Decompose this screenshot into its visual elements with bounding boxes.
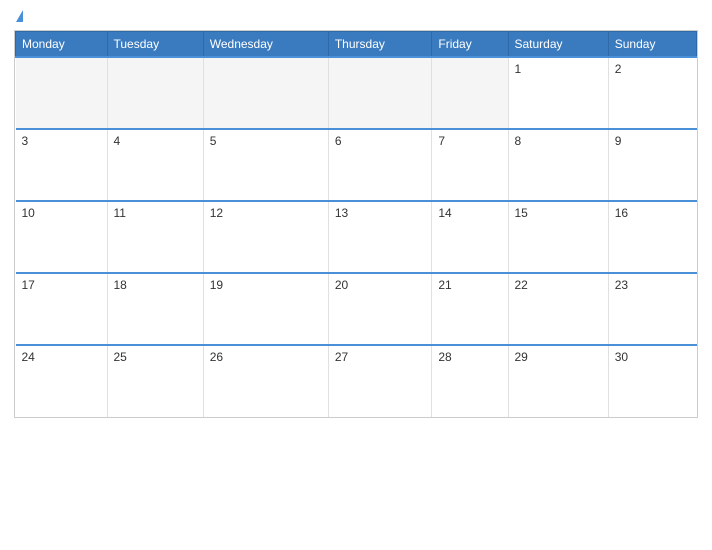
calendar-day-cell: 5 [203,129,328,201]
calendar-day-cell: 26 [203,345,328,417]
weekday-header-row: MondayTuesdayWednesdayThursdayFridaySatu… [16,32,697,58]
day-number: 21 [438,278,451,292]
day-number: 7 [438,134,445,148]
calendar-day-cell: 10 [16,201,108,273]
calendar-day-cell: 4 [107,129,203,201]
calendar-container: MondayTuesdayWednesdayThursdayFridaySatu… [14,30,698,418]
day-number: 22 [515,278,528,292]
calendar-day-cell: 13 [328,201,432,273]
calendar-table: MondayTuesdayWednesdayThursdayFridaySatu… [15,31,697,417]
calendar-day-cell: 8 [508,129,608,201]
calendar-day-cell: 23 [608,273,696,345]
day-number: 25 [114,350,127,364]
day-number: 30 [615,350,628,364]
calendar-week-row: 12 [16,57,697,129]
day-number: 20 [335,278,348,292]
calendar-day-cell [203,57,328,129]
day-number: 10 [22,206,35,220]
weekday-cell: Sunday [608,32,696,58]
day-number: 3 [22,134,29,148]
calendar-day-cell: 17 [16,273,108,345]
calendar-day-cell [328,57,432,129]
day-number: 6 [335,134,342,148]
calendar-week-row: 24 25 26 27 28 29 30 [16,345,697,417]
day-number: 12 [210,206,223,220]
calendar-week-row: 3 4 5 6 7 8 9 [16,129,697,201]
calendar-day-cell: 12 [203,201,328,273]
calendar-day-cell: 2 [608,57,696,129]
calendar-day-cell [432,57,508,129]
day-number: 24 [22,350,35,364]
calendar-day-cell [107,57,203,129]
day-number: 19 [210,278,223,292]
calendar-day-cell: 18 [107,273,203,345]
calendar-header: MondayTuesdayWednesdayThursdayFridaySatu… [16,32,697,58]
calendar-day-cell: 9 [608,129,696,201]
weekday-cell: Saturday [508,32,608,58]
calendar-day-cell: 22 [508,273,608,345]
day-number: 23 [615,278,628,292]
calendar-day-cell: 16 [608,201,696,273]
day-number: 14 [438,206,451,220]
day-number: 1 [515,62,522,76]
day-number: 27 [335,350,348,364]
header [14,10,698,22]
weekday-cell: Thursday [328,32,432,58]
calendar-day-cell: 14 [432,201,508,273]
day-number: 29 [515,350,528,364]
calendar-day-cell [16,57,108,129]
logo [14,10,24,22]
day-number: 8 [515,134,522,148]
calendar-day-cell: 28 [432,345,508,417]
calendar-day-cell: 24 [16,345,108,417]
day-number: 26 [210,350,223,364]
day-number: 17 [22,278,35,292]
calendar-day-cell: 7 [432,129,508,201]
calendar-day-cell: 19 [203,273,328,345]
calendar-day-cell: 15 [508,201,608,273]
day-number: 9 [615,134,622,148]
day-number: 15 [515,206,528,220]
calendar-day-cell: 25 [107,345,203,417]
day-number: 16 [615,206,628,220]
day-number: 2 [615,62,622,76]
calendar-day-cell: 11 [107,201,203,273]
day-number: 4 [114,134,121,148]
calendar-day-cell: 30 [608,345,696,417]
weekday-cell: Tuesday [107,32,203,58]
calendar-page: MondayTuesdayWednesdayThursdayFridaySatu… [0,0,712,550]
weekday-cell: Monday [16,32,108,58]
weekday-cell: Friday [432,32,508,58]
calendar-body: 1234567891011121314151617181920212223242… [16,57,697,417]
day-number: 11 [114,206,126,220]
calendar-week-row: 17 18 19 20 21 22 23 [16,273,697,345]
calendar-day-cell: 21 [432,273,508,345]
calendar-day-cell: 6 [328,129,432,201]
day-number: 5 [210,134,217,148]
calendar-day-cell: 1 [508,57,608,129]
calendar-day-cell: 3 [16,129,108,201]
calendar-day-cell: 27 [328,345,432,417]
weekday-cell: Wednesday [203,32,328,58]
logo-triangle-icon [16,10,23,22]
day-number: 28 [438,350,451,364]
day-number: 13 [335,206,348,220]
logo-general [14,10,24,22]
calendar-day-cell: 29 [508,345,608,417]
day-number: 18 [114,278,127,292]
calendar-week-row: 10 11 12 13 14 15 16 [16,201,697,273]
calendar-day-cell: 20 [328,273,432,345]
